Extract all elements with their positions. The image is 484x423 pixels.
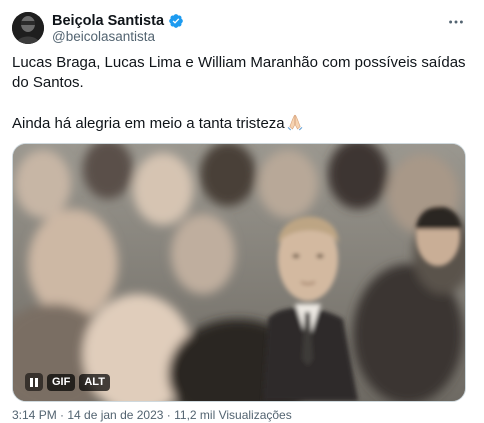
pause-button[interactable] [25,373,43,391]
verified-badge-icon [168,13,184,29]
crowd-gif-frame [13,144,465,401]
pause-icon-bar [35,377,38,387]
more-options-button[interactable] [446,12,466,32]
author-handle[interactable]: @beicolasantista [52,28,155,46]
tweet-timestamp[interactable]: 3:14 PM · 14 de jan de 2023 · 11,2 mil V… [12,408,292,423]
tweet-paragraph-2: Ainda há alegria em meio a tanta tristez… [12,113,472,134]
gif-controls: GIF ALT [25,373,110,391]
avatar[interactable] [12,12,44,44]
pause-icon [30,377,33,387]
tweet-text: Lucas Braga, Lucas Lima e William Maranh… [12,53,472,134]
praying-hands-emoji-icon [286,113,304,131]
more-dots-icon [449,20,463,24]
tweet-paragraph-1: Lucas Braga, Lucas Lima e William Maranh… [12,54,466,91]
tweet-card: Beiçola Santista @beicolasantista Lucas … [0,0,484,422]
gif-media[interactable]: GIF ALT [12,143,466,402]
gif-badge: GIF [47,373,76,391]
avatar-image [12,12,44,44]
tweet-paragraph-2-text: Ainda há alegria em meio a tanta tristez… [12,115,285,132]
alt-text-button[interactable]: ALT [79,373,110,391]
